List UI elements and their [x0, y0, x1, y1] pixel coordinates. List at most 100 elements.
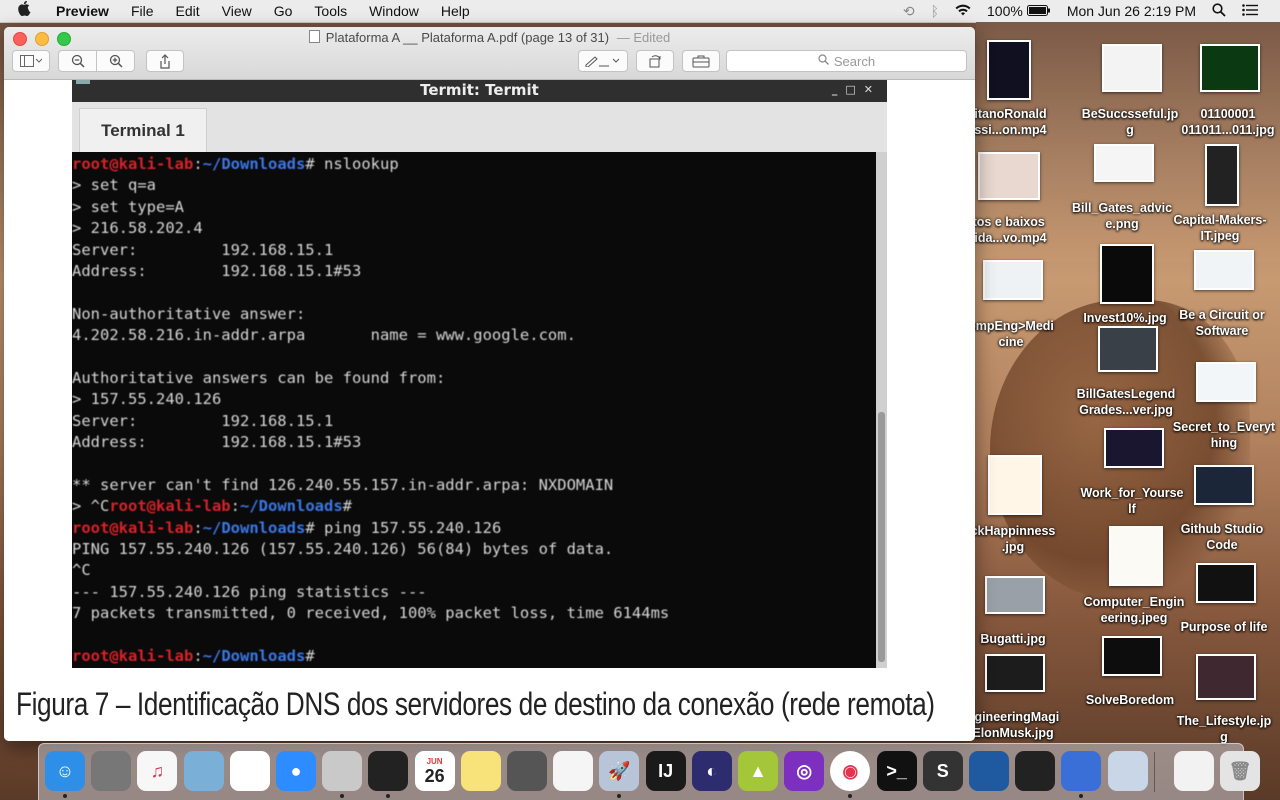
pdf-page[interactable]: Termit: Termit _□✕ Terminal 1 root@kali-… [4, 80, 975, 741]
menu-edit[interactable]: Edit [176, 3, 200, 19]
dock-preview-docs-icon[interactable] [1107, 751, 1148, 791]
share-button[interactable] [146, 50, 184, 72]
zoom-out-button[interactable] [58, 50, 97, 72]
desktop-file-thumbnail[interactable] [1200, 44, 1260, 92]
desktop-file-label[interactable]: Invest10%.jpg [1070, 310, 1180, 326]
dock-itunes-icon[interactable]: ♫ [137, 751, 178, 791]
dock-photos-icon[interactable] [229, 751, 270, 791]
dock-preview-icon[interactable] [183, 751, 224, 791]
dock-activity-monitor-icon[interactable] [368, 751, 409, 791]
dock-reminders-icon[interactable] [553, 751, 594, 791]
dock-virtualbox-icon[interactable] [969, 751, 1009, 791]
menu-help[interactable]: Help [441, 3, 470, 19]
dock-terminal-icon[interactable]: >_ [876, 751, 917, 791]
prompt-command: # ping 157.55.240.126 [305, 518, 502, 537]
desktop-file-label[interactable]: Secret_to_Everyt hing [1169, 419, 1279, 451]
desktop-file-thumbnail[interactable] [1205, 144, 1239, 206]
desktop-file-thumbnail[interactable] [978, 152, 1040, 200]
desktop-file-thumbnail[interactable] [985, 576, 1045, 614]
battery-percent[interactable]: 100% [987, 3, 1023, 19]
clock[interactable]: Mon Jun 26 2:19 PM [1067, 3, 1196, 19]
calendar-day: 26 [424, 765, 445, 786]
document-icon [308, 30, 320, 43]
prompt-user: root@kali-lab [72, 646, 194, 665]
desktop-file-label[interactable]: BeSuccsseful.jp g [1075, 106, 1185, 138]
dock-running-indicator [1079, 794, 1084, 798]
terminal-window-title: Termit: Termit _□✕ [72, 80, 887, 102]
desktop-file-label[interactable]: SolveBoredom [1075, 692, 1185, 708]
dock-calendar-icon[interactable]: JUN 26 [414, 751, 455, 791]
desktop-file-thumbnail[interactable] [1100, 244, 1154, 304]
sidebar-toggle-button[interactable] [12, 50, 50, 72]
desktop-file-label[interactable]: Capital-Makers- IT.jpeg [1165, 212, 1275, 244]
dock-xcode-icon[interactable] [322, 751, 363, 791]
dock-calculator-icon[interactable] [507, 751, 547, 791]
dock-system-preferences-icon[interactable] [91, 751, 132, 791]
dock-finder-icon[interactable]: ☺ [45, 751, 85, 791]
dock-zoom-icon[interactable]: ● [276, 751, 316, 791]
edited-indicator[interactable]: — Edited [617, 30, 670, 45]
markup-toolbox-button[interactable] [682, 50, 720, 72]
dock-quicktime-icon[interactable] [1015, 751, 1056, 791]
desktop-file-thumbnail[interactable] [988, 455, 1042, 515]
terminal-title-text: Termit: Termit [420, 81, 539, 99]
desktop-file-thumbnail[interactable] [987, 40, 1031, 100]
dock-intellij-idea-icon[interactable]: IJ [645, 751, 686, 791]
desktop-file-label[interactable]: Github Studio Code [1167, 521, 1277, 553]
menu-tools[interactable]: Tools [314, 3, 347, 19]
desktop-file-label[interactable]: Purpose of life [1169, 619, 1279, 635]
desktop-file-thumbnail[interactable] [1104, 428, 1164, 468]
desktop-file-thumbnail[interactable] [983, 260, 1043, 300]
rotate-button[interactable] [636, 50, 674, 72]
terminal-line: Server: 192.168.15.1 [72, 240, 334, 259]
window-titlebar[interactable]: Plataforma A __ Plataforma A.pdf (page 1… [4, 27, 975, 80]
desktop-file-thumbnail[interactable] [1109, 526, 1163, 586]
desktop-file-label[interactable]: BillGatesLegend Grades...ver.jpg [1071, 386, 1181, 418]
desktop-file-thumbnail[interactable] [985, 654, 1045, 692]
desktop-file-label[interactable]: 01100001 011011...011.jpg [1173, 106, 1280, 138]
zoom-in-button[interactable] [96, 50, 135, 72]
prompt-user: root@kali-lab [109, 497, 231, 516]
desktop-file-thumbnail[interactable] [1196, 563, 1256, 603]
desktop-file-thumbnail[interactable] [1094, 144, 1154, 182]
dock-android-studio-icon[interactable]: ▲ [738, 751, 778, 791]
desktop-file-label[interactable]: Be a Circuit or Software [1167, 307, 1277, 339]
terminal-screenshot: Termit: Termit _□✕ Terminal 1 root@kali-… [72, 80, 887, 668]
desktop-file-thumbnail[interactable] [1102, 44, 1162, 92]
dock-sublime-text-icon[interactable]: S [922, 751, 963, 791]
terminal-line: > 157.55.240.126 [72, 390, 222, 409]
desktop-file-label[interactable]: Bill_Gates_advic e.png [1067, 200, 1177, 232]
time-machine-icon[interactable]: ⟲ [903, 3, 915, 20]
battery-icon[interactable] [1026, 3, 1051, 19]
dock-documents-icon[interactable] [1173, 751, 1214, 791]
search-field[interactable]: Search [726, 50, 967, 72]
desktop-file-thumbnail[interactable] [1196, 362, 1256, 402]
markup-pen-button[interactable] [578, 50, 628, 72]
apple-menu-icon[interactable] [18, 0, 38, 21]
desktop-file-thumbnail[interactable] [1196, 654, 1256, 700]
terminal-line: Address: 192.168.15.1#53 [72, 261, 362, 280]
menu-window[interactable]: Window [369, 3, 419, 19]
notification-center-icon[interactable] [1242, 3, 1258, 19]
dock-chrome-icon[interactable]: ◉ [830, 751, 871, 791]
menu-app-preview[interactable]: Preview [56, 3, 109, 19]
wifi-icon[interactable] [955, 3, 971, 19]
desktop-file-label[interactable]: The_Lifestyle.jp g [1169, 713, 1279, 745]
dock-notes-icon[interactable] [460, 751, 501, 791]
dock-eclipse-icon[interactable]: ◐ [691, 751, 732, 791]
desktop-file-thumbnail[interactable] [1098, 326, 1158, 372]
bluetooth-icon[interactable]: ᛒ [931, 3, 939, 19]
desktop-file-thumbnail[interactable] [1102, 636, 1162, 676]
menu-view[interactable]: View [222, 3, 252, 19]
prompt-path: ~/Downloads [202, 518, 306, 537]
dock-launchpad-icon[interactable]: 🚀 [599, 751, 640, 791]
dock-podcasts-icon[interactable]: ◎ [784, 751, 825, 791]
menu-file[interactable]: File [131, 3, 154, 19]
dock-network-icon[interactable] [1061, 751, 1102, 791]
desktop-file-label[interactable]: Work_for_Yourse lf [1077, 485, 1187, 517]
spotlight-search-icon[interactable] [1212, 2, 1226, 20]
dock-trash-icon[interactable]: 🗑 [1220, 751, 1260, 791]
desktop-file-thumbnail[interactable] [1194, 250, 1254, 290]
menu-go[interactable]: Go [274, 3, 293, 19]
desktop-file-thumbnail[interactable] [1194, 465, 1254, 505]
